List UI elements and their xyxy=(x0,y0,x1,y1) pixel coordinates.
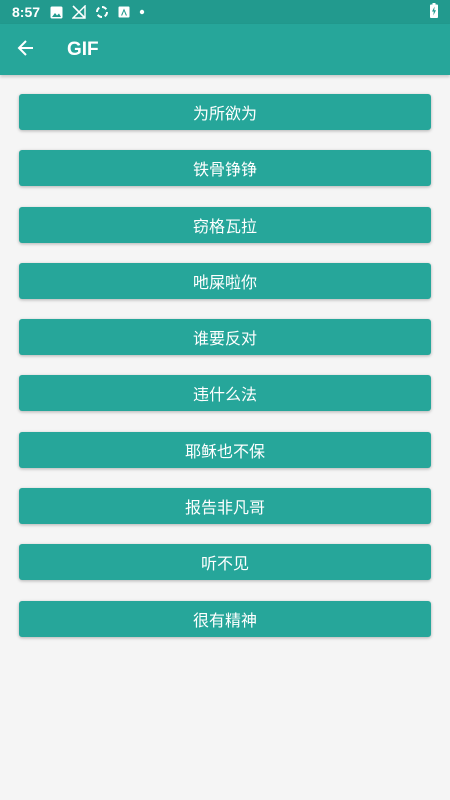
dot-icon xyxy=(139,9,145,15)
gif-button-6[interactable]: 违什么法 xyxy=(19,375,431,412)
status-bar: 8:57 xyxy=(0,0,450,24)
gif-button-4[interactable]: 吔屎啦你 xyxy=(19,262,431,299)
gif-button-3[interactable]: 窃格瓦拉 xyxy=(19,206,431,243)
arrow-back-icon xyxy=(17,39,35,61)
gif-button-list: 为所欲为 铁骨铮铮 窃格瓦拉 吔屎啦你 谁要反对 违什么法 耶稣也不保 报告非凡… xyxy=(19,94,431,657)
image-icon xyxy=(50,6,63,19)
gif-button-10[interactable]: 很有精神 xyxy=(19,600,431,637)
status-icons xyxy=(50,5,145,19)
gif-button-1[interactable]: 为所欲为 xyxy=(19,94,431,130)
no-signal-icon xyxy=(72,5,86,19)
gif-button-5[interactable]: 谁要反对 xyxy=(19,319,431,356)
a-letter-icon xyxy=(118,6,130,18)
gif-button-7[interactable]: 耶稣也不保 xyxy=(19,431,431,468)
battery-charging-icon xyxy=(430,2,438,22)
gif-button-2[interactable]: 铁骨铮铮 xyxy=(19,150,431,187)
gif-button-8[interactable]: 报告非凡哥 xyxy=(19,488,431,525)
gif-button-9[interactable]: 听不见 xyxy=(19,544,431,581)
back-button[interactable] xyxy=(0,24,52,75)
page-title: GIF xyxy=(67,38,99,60)
status-time: 8:57 xyxy=(12,4,41,20)
app-bar: GIF xyxy=(0,24,450,75)
sync-icon xyxy=(95,5,109,19)
